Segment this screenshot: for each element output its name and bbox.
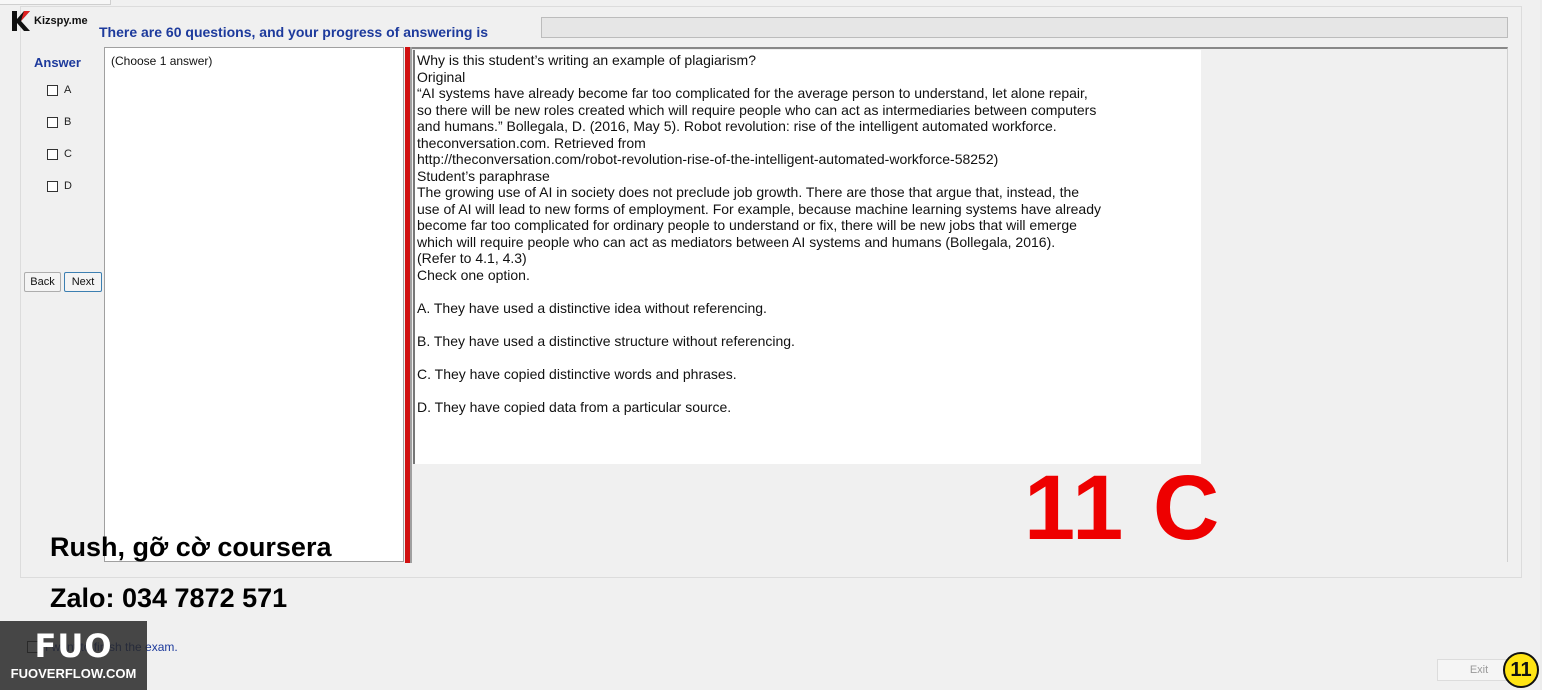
question-line: and humans.” Bollegala, D. (2016, May 5)… [417,118,1057,134]
answer-option-a[interactable]: A [47,84,71,96]
logo-text: Kizspy.me [34,15,88,27]
fuo-logo-text: FUO [34,627,113,665]
checkbox-a[interactable] [47,84,58,96]
question-option-b: B. They have used a distinctive structur… [417,333,795,349]
question-line: Why is this student’s writing an example… [417,52,757,68]
option-b-label: B [64,116,72,128]
question-text: Why is this student’s writing an example… [417,52,1197,283]
fuo-logo-site: FUOVERFLOW.COM [10,666,137,681]
question-line: The growing use of AI in society does no… [417,184,1080,200]
tab-strip [0,0,111,5]
question-line: so there will be new roles created which… [417,101,1097,118]
checkbox-d[interactable] [47,180,58,192]
answer-option-c[interactable]: C [47,148,72,160]
answer-option-d[interactable]: D [47,180,72,192]
page-number-badge: 11 [1503,652,1539,688]
choose-hint: (Choose 1 answer) [111,54,213,68]
option-c-label: C [64,148,72,160]
exam-window: Kizspy.me There are 60 questions, and yo… [0,0,1540,690]
option-a-label: A [64,84,72,96]
question-line: Original [417,68,466,85]
fuoverflow-logo: FUO FUOVERFLOW.COM [0,621,147,690]
panel-divider[interactable] [405,47,412,563]
progress-bar [541,17,1508,38]
question-options: A. They have used a distinctive idea wit… [417,300,795,432]
app-logo: Kizspy.me [10,10,88,32]
answer-key-overlay: 11 C [1024,457,1222,559]
progress-title: There are 60 questions, and your progres… [99,24,488,40]
question-option-d: D. They have copied data from a particul… [417,399,732,415]
question-line: http://theconversation.com/robot-revolut… [417,151,999,167]
next-button[interactable]: Next [64,272,102,292]
answer-option-b[interactable]: B [47,116,71,128]
question-option-a: A. They have used a distinctive idea wit… [417,300,767,316]
question-line: “AI systems have already become far too … [417,85,1088,101]
kizspy-logo-icon [12,11,30,31]
checkbox-b[interactable] [47,116,58,128]
back-button[interactable]: Back [24,272,61,292]
question-line: Check one option. [417,266,530,283]
question-line: which will require people who can act as… [417,233,1056,250]
question-line: use of AI will lead to new forms of empl… [417,200,1101,217]
checkbox-c[interactable] [47,148,58,160]
answer-heading: Answer [34,55,81,70]
question-option-c: C. They have copied distinctive words an… [417,366,737,382]
question-line: become far too complicated for ordinary … [417,217,1077,233]
answer-hint-panel: (Choose 1 answer) [104,47,404,562]
question-line: (Refer to 4.1, 4.3) [417,250,527,266]
watermark-line-2: Zalo: 034 7872 571 [50,583,288,613]
option-d-label: D [64,180,72,192]
question-line: Student’s paraphrase [417,167,550,184]
question-line: theconversation.com. Retrieved from [417,134,646,151]
watermark-line-1: Rush, gỡ cờ coursera [50,532,332,562]
